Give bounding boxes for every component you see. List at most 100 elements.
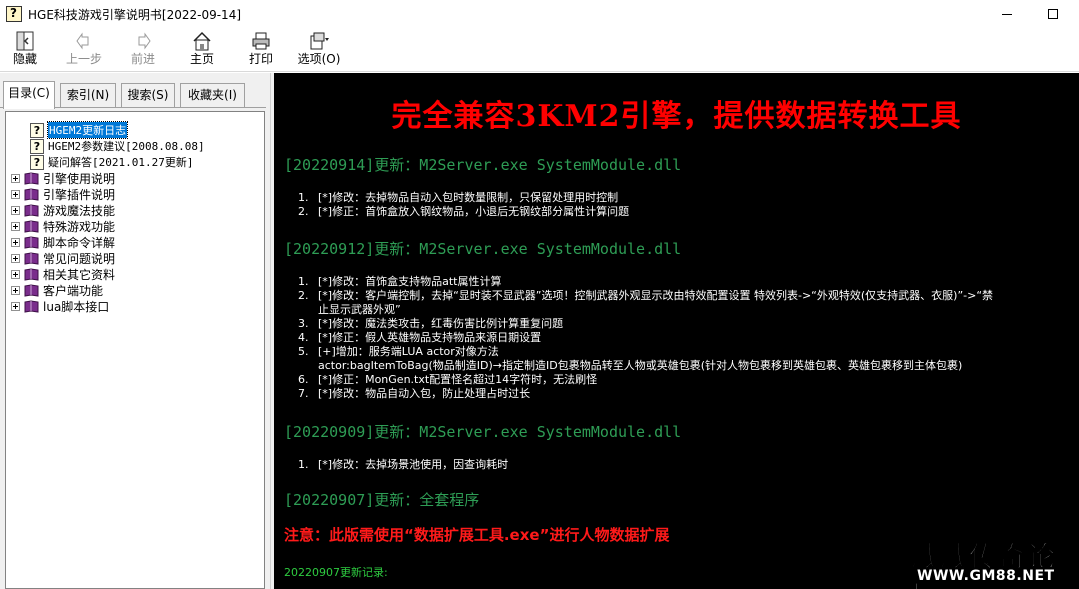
list-item: 1. [*]修改：去掉场景池使用，因查询耗时: [298, 458, 509, 471]
hide-button[interactable]: 隐藏: [2, 30, 48, 70]
forward-arrow-icon: [120, 30, 166, 52]
book-icon: [24, 219, 39, 233]
tree-item-special-features[interactable]: 特殊游戏功能: [11, 218, 115, 234]
forward-button[interactable]: 前进: [120, 30, 166, 70]
help-app-icon: ?: [6, 6, 22, 22]
tree-item-label: 特殊游戏功能: [43, 219, 116, 234]
page-banner: 完全兼容3KM2引擎，提供数据转换工具: [391, 99, 962, 134]
options-icon: [295, 30, 343, 52]
book-icon: [24, 251, 39, 265]
options-label: 选项(O): [297, 52, 341, 66]
tree-item-label: HGEM2更新日志: [46, 121, 129, 139]
expand-icon[interactable]: [11, 173, 20, 183]
back-label: 上一步: [65, 52, 102, 66]
changelog-label: 20220907更新记录:: [284, 566, 388, 579]
forward-label: 前进: [130, 52, 155, 66]
list-item: 3. [*]修改：魔法类攻击，红毒伤害比例计算重复问题: [298, 317, 564, 330]
tree-item-other-resources[interactable]: 相关其它资料: [11, 266, 115, 282]
expand-icon[interactable]: [11, 301, 20, 311]
options-button[interactable]: 选项(O): [295, 30, 343, 70]
home-icon: [179, 30, 225, 52]
change-list: 1. [*]修改：去掉物品自动入包时数量限制，只保留处理用时控制 2. [*]修正：…: [292, 191, 629, 219]
watermark-url: WWW.GM88.NET: [917, 568, 1055, 584]
list-item: 7. [*]修改：物品自动入包，防止处理占时过长: [298, 387, 531, 400]
section-heading: [20220912]更新：M2Server.exe SystemModule.d…: [284, 240, 682, 258]
minimize-button[interactable]: [984, 0, 1030, 28]
toolbar: 隐藏 上一步 前进 主页 打印 选项(O): [0, 28, 1079, 72]
minimize-icon: [1002, 13, 1012, 15]
book-icon: [24, 187, 39, 201]
list-item: 6. [*]修正：MonGen.txt配置怪名超过14字符时，无法刷怪: [298, 373, 598, 386]
help-topic-icon: ?: [30, 154, 44, 170]
change-list: 1. [*]修改：去掉场景池使用，因查询耗时: [292, 458, 508, 472]
home-button[interactable]: 主页: [179, 30, 225, 70]
tree-item-label: 常见问题说明: [43, 251, 116, 266]
maximize-button[interactable]: [1030, 0, 1076, 28]
book-icon: [24, 267, 39, 281]
tab-label: 收藏夹(I): [188, 88, 237, 102]
book-icon: [24, 299, 39, 313]
title-bar: ? HGE科技游戏引擎说明书[2022-09-14]: [0, 0, 1079, 28]
help-topic-icon: ?: [30, 122, 44, 138]
list-item-continuation: actor:bagItemToBag(物品制造ID)→指定制造ID包裹物品转至人…: [318, 359, 963, 372]
tree-item-label: 疑问解答[2021.01.27更新]: [48, 156, 194, 169]
printer-icon: [238, 30, 284, 52]
tab-label: 目录(C): [8, 86, 50, 100]
tab-search[interactable]: 搜索(S): [121, 83, 175, 107]
tree-item-lua-interface[interactable]: lua脚本接口: [11, 298, 109, 314]
list-item: 1. [*]修改：去掉物品自动入包时数量限制，只保留处理用时控制: [298, 191, 619, 204]
tree-item-engine-usage[interactable]: 引擎使用说明: [11, 170, 115, 186]
expand-icon[interactable]: [11, 205, 20, 215]
change-list: 1. [*]修改：首饰盒支持物品att属性计算 2. [*]修改：客户端控制，去掉“…: [292, 275, 993, 401]
print-button[interactable]: 打印: [238, 30, 284, 70]
hide-pane-icon: [2, 30, 48, 52]
expand-icon[interactable]: [11, 269, 20, 279]
tree-item-client-features[interactable]: 客户端功能: [11, 282, 103, 298]
list-item: 1. [*]修改：首饰盒支持物品att属性计算: [298, 275, 502, 288]
home-label: 主页: [189, 52, 214, 66]
tree-item-common-issues[interactable]: 常见问题说明: [11, 250, 115, 266]
contents-tree[interactable]: ? HGEM2更新日志 ? HGEM2参数建议[2008.08.08] ? 疑问…: [5, 111, 265, 589]
print-label: 打印: [248, 52, 273, 66]
tree-item-label: 引擎插件说明: [43, 187, 116, 202]
section-heading: [20220914]更新：M2Server.exe SystemModule.d…: [284, 156, 682, 174]
notice-text: 注意：此版需使用“数据扩展工具.exe”进行人物数据扩展: [284, 526, 670, 544]
book-icon: [24, 235, 39, 249]
section-heading: [20220909]更新：M2Server.exe SystemModule.d…: [284, 423, 682, 441]
hide-label: 隐藏: [12, 52, 37, 66]
tree-item-hgem2-changelog[interactable]: ? HGEM2更新日志: [30, 121, 129, 139]
watermark: 威威传奇论坛 WWW.GM88.NET: [911, 535, 1079, 589]
tab-index[interactable]: 索引(N): [60, 83, 116, 107]
tree-item-label: lua脚本接口: [43, 299, 110, 314]
tree-item-engine-plugins[interactable]: 引擎插件说明: [11, 186, 115, 202]
tree-item-label: HGEM2参数建议[2008.08.08]: [48, 140, 205, 153]
topic-content: 完全兼容3KM2引擎，提供数据转换工具 [20220914]更新：M2Serve…: [274, 73, 1079, 589]
tree-item-label: 相关其它资料: [43, 267, 116, 282]
help-topic-icon: ?: [30, 138, 44, 154]
tab-contents[interactable]: 目录(C): [3, 81, 55, 109]
back-arrow-icon: [61, 30, 107, 52]
book-icon: [24, 171, 39, 185]
book-icon: [24, 203, 39, 217]
tree-item-label: 脚本命令详解: [43, 235, 116, 250]
expand-icon[interactable]: [11, 189, 20, 199]
back-button[interactable]: 上一步: [61, 30, 107, 70]
expand-icon[interactable]: [11, 253, 20, 263]
list-item: 2. [*]修改：客户端控制，去掉“显时装不显武器”选项！控制武器外观显示改由特效…: [298, 289, 994, 302]
book-icon: [24, 283, 39, 297]
tree-item-parameter-advice[interactable]: ? HGEM2参数建议[2008.08.08]: [30, 138, 205, 154]
expand-icon[interactable]: [11, 221, 20, 231]
maximize-icon: [1048, 9, 1058, 19]
tree-item-magic-skills[interactable]: 游戏魔法技能: [11, 202, 115, 218]
section-heading: [20220907]更新：全套程序: [284, 491, 480, 509]
expand-icon[interactable]: [11, 285, 20, 295]
tab-favorites[interactable]: 收藏夹(I): [180, 83, 245, 107]
tree-item-label: 游戏魔法技能: [43, 203, 116, 218]
tab-label: 索引(N): [66, 88, 110, 102]
list-item: 5. [+]增加：服务端LUA actor对像方法: [298, 345, 499, 358]
tree-item-faq[interactable]: ? 疑问解答[2021.01.27更新]: [30, 154, 193, 170]
expand-icon[interactable]: [11, 237, 20, 247]
tree-item-script-commands[interactable]: 脚本命令详解: [11, 234, 115, 250]
tree-item-label: 引擎使用说明: [43, 171, 116, 186]
navigation-pane: 目录(C) 索引(N) 搜索(S) 收藏夹(I) ? HGEM2更新日志 ? H…: [0, 73, 270, 589]
